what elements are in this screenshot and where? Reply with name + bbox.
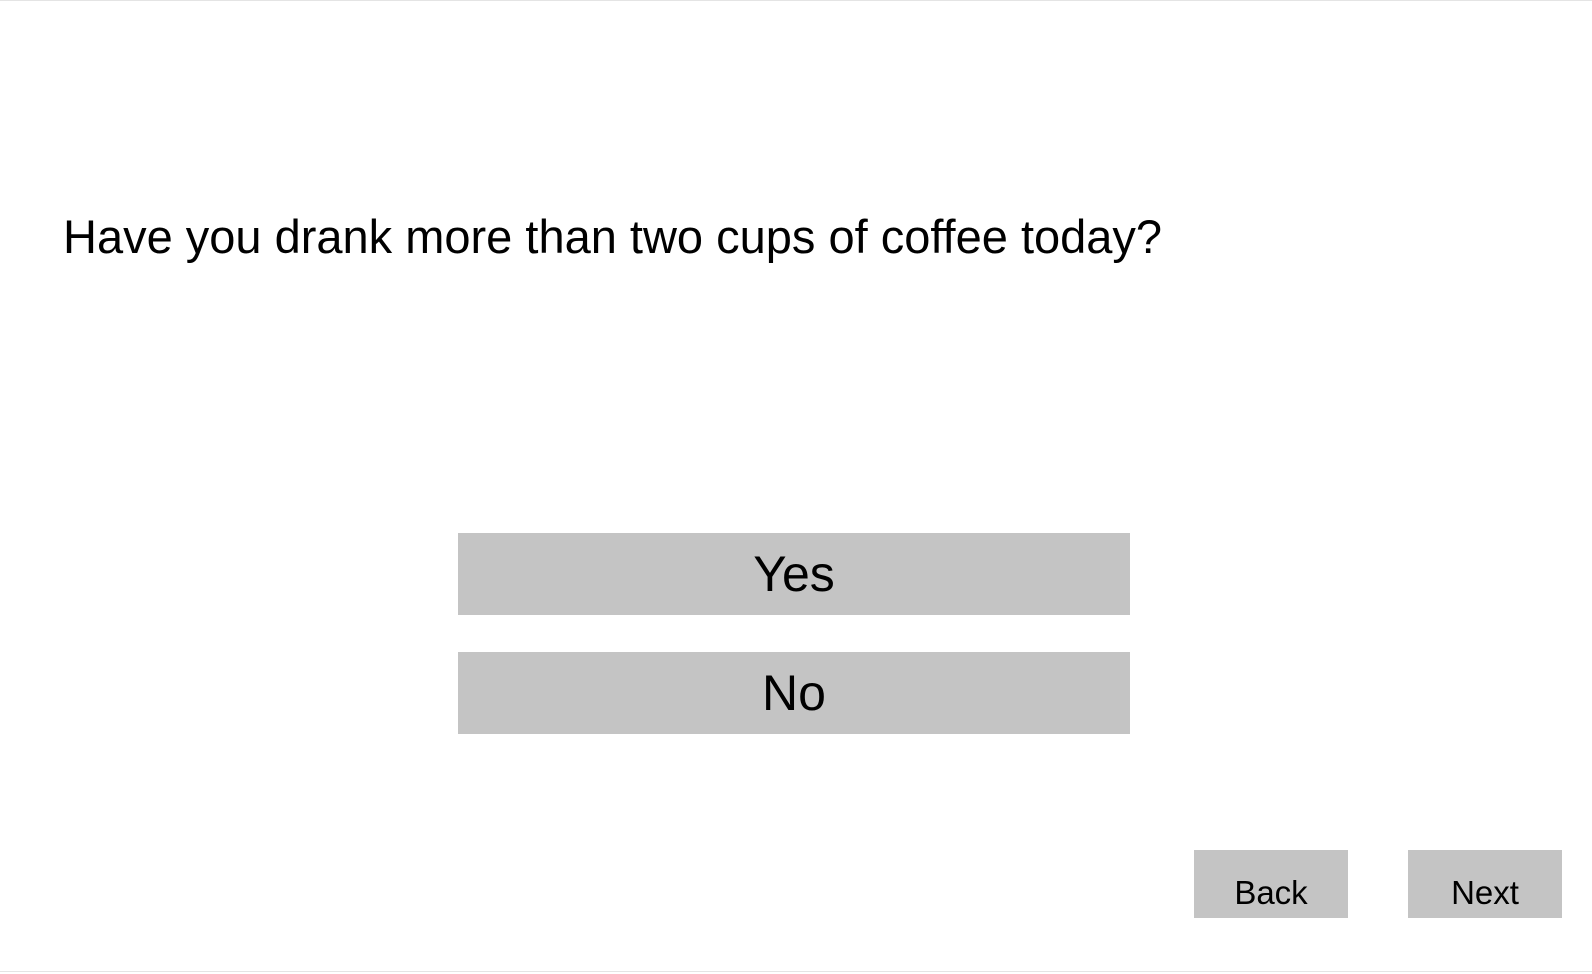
answer-no-label: No: [762, 665, 826, 721]
question-text: Have you drank more than two cups of cof…: [63, 210, 1163, 263]
back-button-label: Back: [1234, 874, 1308, 911]
next-button[interactable]: Next: [1408, 850, 1562, 918]
answer-yes-button[interactable]: Yes: [458, 533, 1130, 615]
next-button-label: Next: [1451, 874, 1519, 911]
back-button[interactable]: Back: [1194, 850, 1348, 918]
answer-no-button[interactable]: No: [458, 652, 1130, 734]
survey-screen: Have you drank more than two cups of cof…: [0, 0, 1592, 972]
answer-yes-label: Yes: [753, 546, 835, 602]
